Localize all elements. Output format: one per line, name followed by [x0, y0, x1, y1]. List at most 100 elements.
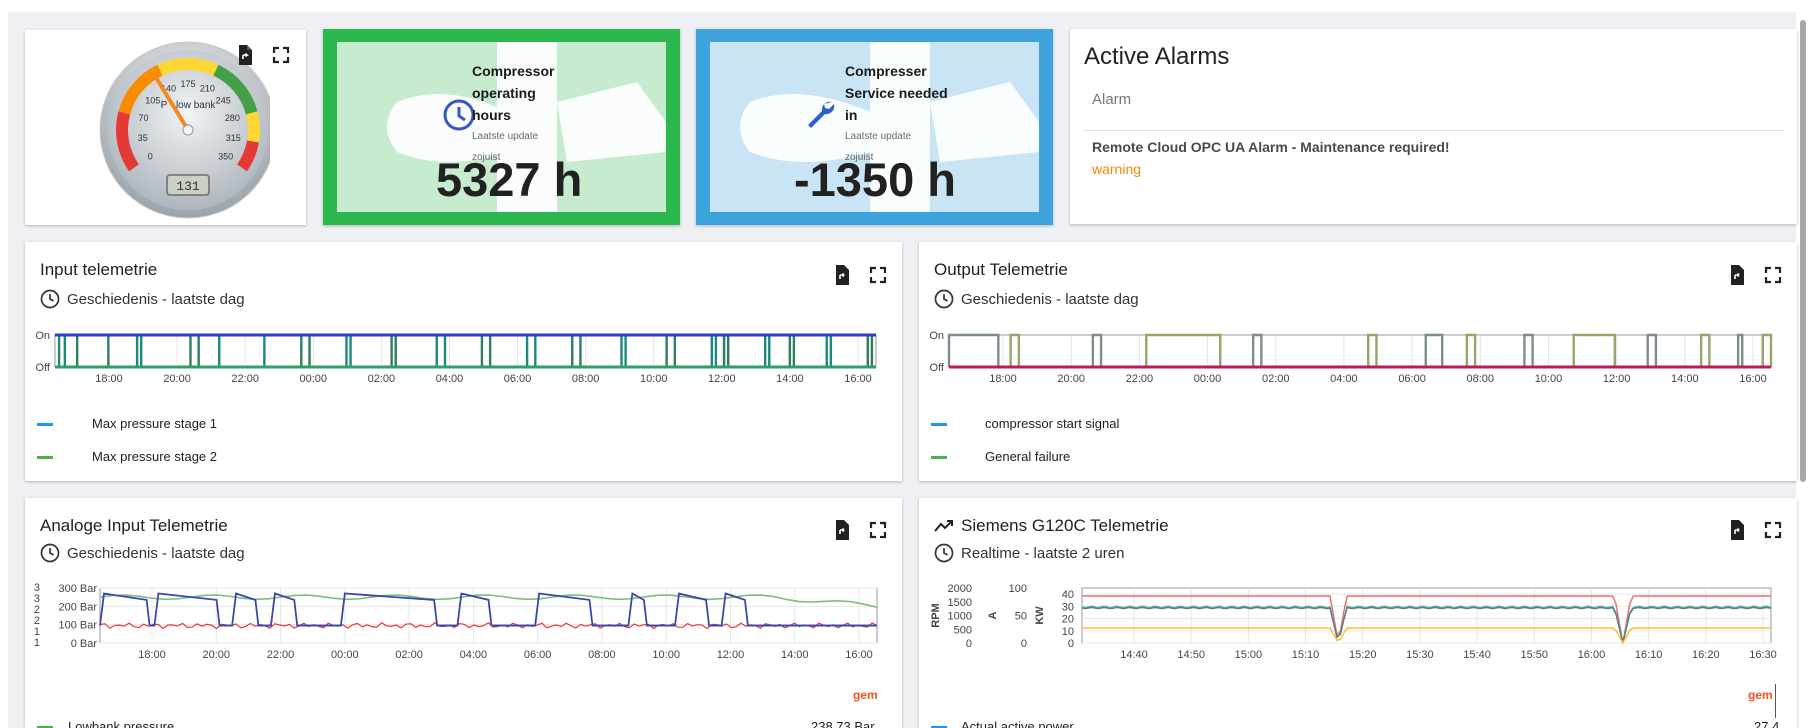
input-telemetry-card: Input telemetrie Geschiedenis - laatste … [25, 242, 902, 481]
alarms-card: Active Alarms Alarm Remote Cloud OPC UA … [1070, 29, 1797, 224]
history-icon [934, 289, 954, 309]
gauge-band [157, 58, 219, 76]
avg-label: gem [1748, 688, 1773, 702]
gauge-tick-label: 70 [139, 113, 149, 123]
x-tick-label: 04:00 [1330, 373, 1358, 385]
x-tick-label: 00:00 [1194, 373, 1222, 385]
y-tick-kw: 40 [1062, 589, 1074, 601]
fullscreen-icon[interactable] [866, 518, 890, 542]
x-tick-label: 12:00 [717, 649, 745, 661]
fullscreen-icon[interactable] [866, 263, 890, 287]
input-telemetry-chart[interactable]: On Off 18:00 20:00 22:00 00:00 02:00 04:00 06:00… [25, 330, 902, 410]
x-tick-label: 15:20 [1349, 649, 1377, 661]
gauge-tick-label: 175 [180, 79, 195, 89]
history-icon [934, 543, 954, 563]
y-right-tick: 200 Bar [58, 601, 97, 613]
scrollbar-thumb[interactable] [1800, 20, 1806, 482]
x-tick-label: 08:00 [572, 373, 600, 385]
y-tick-kw: 20 [1062, 614, 1074, 626]
vertical-scrollbar[interactable] [1798, 20, 1808, 720]
x-tick-label: 22:00 [1126, 373, 1154, 385]
fullscreen-icon[interactable] [1761, 263, 1785, 287]
x-tick-label: 14:00 [781, 649, 809, 661]
kpi-operating-card: Compressor operating hours Laatste updat… [323, 29, 680, 225]
siemens-telemetry-card: Siemens G120C Telemetrie Realtime - laat… [919, 498, 1797, 728]
gauge-band [245, 111, 260, 143]
x-tick-label: 15:50 [1521, 649, 1549, 661]
history-icon [40, 543, 60, 563]
subtitle-text: Geschiedenis - laatste dag [67, 544, 245, 562]
legend-swatch [37, 423, 53, 426]
siemens-telemetry-chart[interactable]: RPM2000150010005000A100500KW40302010014:… [919, 580, 1797, 666]
avg-label: gem [853, 688, 878, 702]
export-icon[interactable] [1725, 518, 1749, 542]
axis-label-a: A [987, 611, 999, 619]
subtitle-text: Realtime - laatste 2 uren [961, 544, 1125, 562]
legend-item[interactable]: General failure [985, 449, 1070, 464]
y-tick-rpm: 1500 [948, 597, 972, 609]
export-icon[interactable] [233, 43, 257, 67]
alarms-title: Active Alarms [1084, 43, 1230, 70]
kpi-service-label: Compresser Service needed in [845, 63, 948, 123]
alarms-column-header[interactable]: Alarm [1092, 91, 1131, 108]
card-subtitle: Geschiedenis - laatste dag [934, 289, 1139, 309]
x-tick-label: 16:10 [1635, 649, 1663, 661]
y-tick-label: Off [36, 362, 51, 374]
y-tick-label: On [35, 330, 50, 342]
y-tick-a: 100 [1009, 583, 1027, 595]
export-icon[interactable] [830, 263, 854, 287]
legend-item[interactable]: Lowbank pressure [68, 719, 174, 728]
card-title: Siemens G120C Telemetrie [961, 516, 1169, 535]
y-tick-rpm: 2000 [948, 583, 972, 595]
y-tick-kw: 30 [1062, 601, 1074, 613]
kpi-operating-value: 5327 h [436, 153, 583, 206]
gauge-tick-label: 315 [226, 133, 241, 143]
x-tick-label: 18:00 [138, 649, 166, 661]
legend-item[interactable]: Max pressure stage 1 [92, 416, 217, 431]
x-tick-label: 02:00 [368, 373, 396, 385]
output-telemetry-chart[interactable]: On Off 18:00 20:00 22:00 00:00 02:00 04:00 06:00… [919, 330, 1797, 410]
trending-icon [934, 520, 953, 532]
x-tick-label: 04:00 [436, 373, 464, 385]
x-tick-label: 15:30 [1406, 649, 1434, 661]
analog-telemetry-chart[interactable]: 332211300 Bar200 Bar100 Bar0 Bar18:00 20:… [25, 580, 902, 666]
card-title-row: Siemens G120C Telemetrie [934, 516, 1169, 536]
gauge-card: 0 35 70 105 140 175 210 245 280 315 350 P - low ba… [25, 30, 306, 225]
x-tick-label: 06:00 [524, 649, 552, 661]
alarm-severity: warning [1092, 161, 1142, 177]
export-icon[interactable] [830, 518, 854, 542]
card-title: Analoge Input Telemetrie [40, 516, 228, 535]
export-icon[interactable] [1725, 263, 1749, 287]
card-title: Output Telemetrie [934, 260, 1068, 279]
alarm-row[interactable]: Remote Cloud OPC UA Alarm - Maintenance … [1092, 135, 1450, 177]
kpi-service-value: -1350 h [794, 153, 956, 206]
x-tick-label: 00:00 [300, 373, 328, 385]
x-tick-label: 18:00 [95, 373, 123, 385]
subtitle-text: Geschiedenis - laatste dag [67, 290, 245, 308]
gauge-tick-label: 105 [145, 95, 160, 105]
x-tick-label: 14:00 [1671, 373, 1699, 385]
x-tick-label: 20:00 [1057, 373, 1085, 385]
x-tick-label: 02:00 [395, 649, 423, 661]
y-tick-kw: 0 [1068, 638, 1074, 650]
y-tick-label: On [929, 330, 944, 342]
legend-item[interactable]: Max pressure stage 2 [92, 449, 217, 464]
x-tick-label: 02:00 [1262, 373, 1290, 385]
x-tick-label: 08:00 [588, 649, 616, 661]
x-tick-label: 16:00 [844, 373, 872, 385]
fullscreen-icon[interactable] [1761, 518, 1785, 542]
legend-item[interactable]: compressor start signal [985, 416, 1119, 431]
x-tick-label: 22:00 [231, 373, 259, 385]
x-tick-label: 08:00 [1467, 373, 1495, 385]
gauge-tick-label: 350 [218, 151, 233, 161]
legend-divider [1775, 684, 1776, 718]
legend-item[interactable]: Actual active power [961, 719, 1074, 728]
legend-value: 27.4 [1754, 719, 1780, 728]
x-tick-label: 10:00 [1535, 373, 1563, 385]
fullscreen-icon[interactable] [269, 43, 293, 67]
x-tick-label: 04:00 [460, 649, 488, 661]
gauge-tick-label: 0 [148, 151, 153, 161]
clock-icon [442, 98, 476, 137]
card-subtitle: Geschiedenis - laatste dag [40, 289, 245, 309]
x-tick-label: 00:00 [331, 649, 359, 661]
